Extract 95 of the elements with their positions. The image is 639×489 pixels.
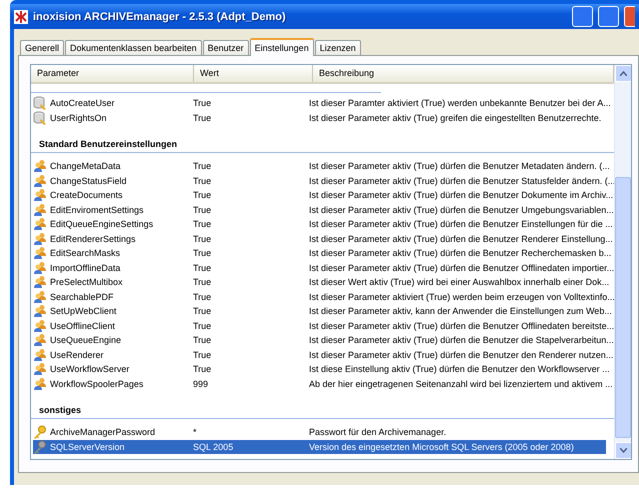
column-header[interactable]: Wert (194, 65, 313, 82)
parameter-description: Ist dieser Parameter aktiv (True) dürfen die Benutzer den Renderer nutzen... (308, 348, 614, 361)
parameter-description: Ist dieser Parameter aktiv (True) dürfen die Benutzer Metadaten ändern. (... (308, 160, 611, 172)
parameter-value: True (192, 348, 212, 361)
parameter-description: Version des eingesetzten Microsoft SQL Servers (2005 oder 2008) (308, 440, 575, 453)
parameter-name[interactable]: ImportOfflineData (48, 262, 122, 274)
selected-row[interactable]: SQLServerVersion SQL 2005 Version des eingesetzten Microsoft SQL Servers (2005 oder 2008) (33, 440, 606, 454)
database-icon (33, 110, 47, 125)
parameter-name[interactable]: EditRendererSettings (48, 232, 138, 245)
parameter-description: Ist dieser Wert aktiv (True) wird bei einer Auswahlbox innerhalb einer Dok... (308, 276, 610, 288)
app-icon (14, 10, 28, 24)
parameter-value: True (192, 247, 212, 260)
tab[interactable]: Dokumentenklassen bearbeiten (65, 40, 202, 55)
users-icon (33, 174, 47, 188)
users-icon (33, 318, 47, 333)
users-icon (33, 304, 47, 318)
users-icon (33, 188, 47, 202)
parameter-value: * (192, 426, 198, 438)
parameter-description: Ist dieser Paramter aktiviert (True) werden unbekannte Benutzer bei der A... (308, 97, 612, 110)
users-icon (33, 348, 47, 362)
parameter-description: Ist dieser Parameter aktiv (True) dürfen die Benutzer Offlinedaten bereitste... (308, 320, 614, 332)
parameter-value: True (192, 232, 212, 245)
parameter-name[interactable]: ArchiveManagerPassword (48, 426, 158, 438)
parameter-name[interactable]: ChangeStatusField (48, 174, 129, 187)
tab[interactable]: Einstellungen (250, 38, 314, 56)
database-icon (33, 96, 47, 110)
parameter-description: Passwort für den Archivemanager. (308, 426, 448, 438)
parameter-name[interactable]: SQLServerVersion (48, 440, 127, 453)
parameter-value: True (192, 276, 212, 288)
parameter-value: True (192, 174, 212, 187)
parameter-value: True (192, 97, 212, 110)
parameter-description: Ist dieser Parameter aktiv (True) dürfen die Benutzer Einstellungen für die ... (308, 218, 614, 230)
scroll-down-button[interactable] (615, 442, 631, 459)
parameter-value: True (192, 204, 212, 216)
scroll-up-button[interactable] (615, 65, 631, 82)
parameter-value: True (192, 334, 212, 346)
maximize-button[interactable] (598, 6, 619, 27)
tab[interactable]: Benutzer (202, 40, 249, 55)
parameter-value: 999 (192, 378, 210, 390)
parameter-name[interactable]: WorkflowSpoolerPages (48, 378, 146, 390)
parameter-description: Ist dieser Parameter aktiv (True) dürfen die Benutzer Renderer Einstellung... (308, 232, 614, 245)
users-icon (33, 290, 47, 304)
users-icon (33, 376, 47, 391)
parameter-name[interactable]: UserRightsOn (48, 112, 109, 124)
minimize-button[interactable] (572, 6, 593, 27)
parameter-value: SQL 2005 (192, 440, 234, 453)
parameter-description: Ab der hier eingetragenen Seitenanzahl wird bei lizenziertem und aktivem ... (308, 378, 614, 390)
scrollbar-thumb[interactable] (615, 177, 631, 438)
tab[interactable]: Generell (20, 40, 64, 55)
parameter-value: True (192, 112, 212, 124)
users-icon (33, 333, 47, 348)
parameter-name[interactable]: UseRenderer (48, 348, 106, 361)
parameter-description: Ist dieser Parameter aktiv (True) dürfen die Benutzer Recherchemasken b... (308, 247, 612, 260)
parameter-name[interactable]: EditEnviromentSettings (48, 204, 146, 216)
parameter-description: Ist dieser Parameter aktiv (True) dürfen die Benutzer Umgebungsvariablen... (308, 204, 614, 216)
users-icon (33, 260, 47, 275)
parameter-description: Ist dieser Parameter aktiv (True) greifen die eingestellten Benutzerrechte. (308, 112, 602, 124)
tab[interactable]: Lizenzen (314, 40, 361, 55)
parameter-name[interactable]: ChangeMetaData (48, 160, 123, 172)
column-header[interactable]: Parameter (31, 65, 194, 82)
parameter-name[interactable]: UseWorkflowServer (48, 363, 132, 376)
parameter-description: Ist dieser Parameter aktiviert (True) werden beim erzeugen von Volltextinfo... (308, 290, 614, 303)
parameter-description: Ist dieser Parameter aktiv (True) dürfen die Benutzer die Stapelverarbeitun... (308, 334, 614, 346)
parameter-value: True (192, 218, 212, 230)
users-icon (33, 159, 47, 174)
window-title: inoxision ARCHIVEmanager - 2.5.3 (Adpt_Demo) (33, 10, 287, 22)
key-icon (33, 425, 47, 440)
parameter-value: True (192, 320, 212, 332)
parameter-name[interactable]: UseOfflineClient (48, 320, 117, 332)
users-icon (33, 275, 47, 290)
parameter-value: True (192, 363, 212, 376)
users-icon (33, 232, 47, 246)
parameter-value: True (192, 290, 212, 303)
parameter-name[interactable]: SearchablePDF (48, 290, 116, 303)
users-icon (33, 202, 47, 217)
parameter-name[interactable]: PreSelectMultibox (48, 276, 125, 288)
parameter-name[interactable]: SetUpWebClient (48, 305, 118, 318)
parameter-value: True (192, 160, 212, 172)
parameter-name[interactable]: EditSearchMasks (48, 247, 122, 260)
parameter-value: True (192, 189, 212, 202)
parameter-name[interactable]: EditQueueEngineSettings (48, 218, 156, 230)
parameter-value: True (192, 262, 212, 274)
key-icon (33, 440, 47, 454)
users-icon (33, 246, 47, 260)
parameter-description: Ist dieser Parameter aktiv, kann der Anwender die Einstellungen zum Web... (308, 305, 613, 318)
users-icon (33, 217, 47, 232)
parameter-description: Ist dieser Parameter aktiv (True) dürfen die Benutzer Dokumente im Archiv... (308, 189, 614, 202)
close-button[interactable] (624, 6, 635, 27)
parameter-value: True (192, 305, 212, 318)
parameter-name[interactable]: UseQueueEngine (48, 334, 124, 346)
parameter-description: Ist dieser Parameter aktiv (True) dürfen die Benutzer Offlinedaten importier... (308, 262, 614, 274)
users-icon (33, 362, 47, 376)
parameter-name[interactable]: CreateDocuments (48, 189, 125, 202)
parameter-description: Ist diese Einstellung aktiv (True) dürfen die Benutzer den Workflowserver ... (308, 363, 611, 376)
parameter-name[interactable]: AutoCreateUser (48, 97, 117, 110)
